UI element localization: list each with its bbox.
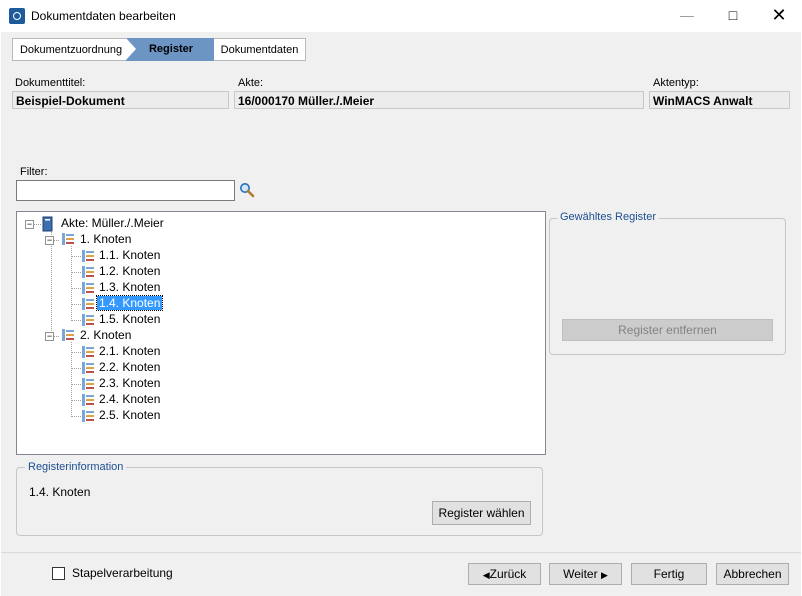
step-register-notch [126,38,136,60]
aktentyp-field: WinMACS Anwalt [649,91,790,109]
tree-node-2-4[interactable]: 2.4. Knoten [97,391,162,407]
register-icon [81,345,95,359]
register-icon [81,313,95,327]
remove-register-button[interactable]: Register entfernen [562,319,773,341]
batch-checkbox[interactable] [52,567,65,580]
selected-register-title: Gewähltes Register [557,211,659,223]
tree-node-1-3[interactable]: 1.3. Knoten [97,279,162,295]
tree-collapse-root[interactable]: − [25,220,34,229]
next-label: Weiter [563,567,598,581]
finish-button[interactable]: Fertig [631,563,707,585]
cancel-button[interactable]: Abbrechen [716,563,789,585]
tree-node-root[interactable]: Akte: Müller./.Meier [59,215,166,231]
akte-label: Akte: [238,77,264,89]
tree-node-2-1[interactable]: 2.1. Knoten [97,343,162,359]
register-icon [81,361,95,375]
tree-node-1-2[interactable]: 1.2. Knoten [97,263,162,279]
back-label: Zurück [489,567,527,581]
back-button[interactable]: ◀Zurück [468,563,541,585]
maximize-button[interactable]: □ [710,0,756,30]
tree-node-2-2[interactable]: 2.2. Knoten [97,359,162,375]
step-dokumentzuordnung[interactable]: Dokumentzuordnung [12,38,129,61]
register-icon [61,232,75,246]
minimize-button[interactable]: — [664,0,710,30]
close-button[interactable]: ✕ [756,0,802,30]
step-register[interactable]: Register [126,38,216,61]
filter-label: Filter: [20,166,48,178]
aktentyp-label: Aktentyp: [653,77,699,89]
dokumenttitel-label: Dokumenttitel: [15,77,86,89]
dokumenttitel-field: Beispiel-Dokument [12,91,229,109]
tree-node-2-3[interactable]: 2.3. Knoten [97,375,162,391]
tree-collapse-1[interactable]: − [45,236,54,245]
tree-node-2[interactable]: 2. Knoten [78,327,133,343]
triangle-right-icon: ▶ [600,570,608,580]
register-icon [61,328,75,342]
tree-node-1-5[interactable]: 1.5. Knoten [97,311,162,327]
next-button[interactable]: Weiter ▶ [549,563,622,585]
register-icon [81,393,95,407]
batch-label: Stapelverarbeitung [72,566,173,580]
tree-collapse-2[interactable]: − [45,332,54,341]
window-title: Dokumentdaten bearbeiten [31,9,176,23]
register-icon [81,265,95,279]
triangle-left-icon: ◀ [482,570,490,580]
app-icon [9,8,25,24]
file-icon [41,216,55,232]
choose-register-button[interactable]: Register wählen [432,501,531,525]
search-icon[interactable] [239,182,255,198]
tree-node-1-4[interactable]: 1.4. Knoten [95,295,164,311]
filter-input[interactable] [16,180,235,201]
tree-node-2-5[interactable]: 2.5. Knoten [97,407,162,423]
register-icon [81,249,95,263]
register-icon [81,409,95,423]
register-icon [81,377,95,391]
tree-node-1-1[interactable]: 1.1. Knoten [97,247,162,263]
akte-field: 16/000170 Müller./.Meier [234,91,644,109]
register-info-title: Registerinformation [25,461,127,473]
register-tree[interactable]: − Akte: Müller./.Meier − 1. Knoten 1.1. … [16,211,546,455]
register-icon [81,297,95,311]
step-dokumentdaten[interactable]: Dokumentdaten [214,38,306,61]
register-icon [81,281,95,295]
tree-node-1[interactable]: 1. Knoten [78,231,133,247]
register-info-value: 1.4. Knoten [29,485,91,499]
